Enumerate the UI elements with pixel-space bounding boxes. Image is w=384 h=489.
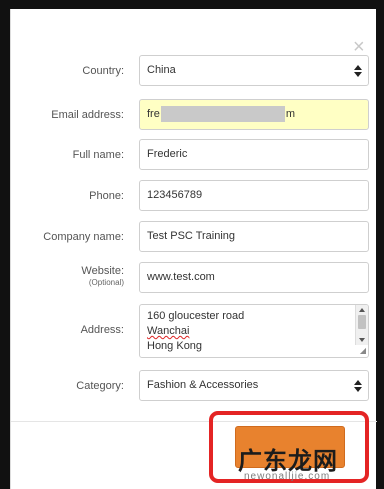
website-field[interactable]: www.test.com — [139, 262, 369, 293]
select-arrows-icon — [354, 65, 362, 77]
phone-field[interactable]: 123456789 — [139, 180, 369, 211]
address-line-3-text: Hong Kong — [147, 340, 203, 352]
company-field[interactable]: Test PSC Training — [139, 221, 369, 252]
address-lines: 160 gloucester road Wanchai Hong Kong — [147, 309, 244, 354]
category-label: Category: — [76, 380, 124, 392]
select-arrows-icon — [354, 380, 362, 392]
email-value-suffix: m — [285, 108, 296, 120]
website-label: Website: (Optional) — [81, 265, 124, 289]
close-icon[interactable]: × — [353, 37, 365, 57]
resize-handle-icon[interactable]: ◢ — [360, 347, 366, 355]
company-value: Test PSC Training — [147, 230, 236, 242]
screen-edge-right — [376, 0, 384, 489]
scroll-up-icon[interactable] — [359, 308, 365, 312]
address-label: Address: — [80, 324, 124, 336]
email-redaction — [160, 106, 285, 123]
country-value: China — [147, 64, 176, 76]
address-textarea[interactable]: 160 gloucester road Wanchai Hong Kong ◢ — [139, 304, 369, 358]
country-select[interactable]: China — [139, 55, 369, 86]
screen-edge-left — [0, 0, 10, 489]
address-line-1-text: 160 gloucester road — [147, 310, 245, 322]
watermark-subtext: newonalljie.com — [244, 471, 331, 482]
email-value-prefix: fre — [147, 108, 160, 120]
category-value: Fashion & Accessories — [147, 379, 259, 391]
full-name-field[interactable]: Frederic — [139, 139, 369, 170]
address-line-2: Wanchai — [147, 324, 244, 339]
full-name-label: Full name: — [72, 149, 124, 161]
email-label: Email address: — [51, 109, 124, 121]
scroll-thumb[interactable] — [358, 315, 366, 329]
email-field[interactable]: fre m — [139, 99, 369, 130]
address-line-1: 160 gloucester road — [147, 309, 244, 324]
address-scrollbar[interactable] — [355, 305, 368, 345]
scroll-down-icon[interactable] — [359, 338, 365, 342]
address-line-2-text: Wanchai — [147, 325, 190, 337]
website-optional-note: (Optional) — [88, 278, 124, 287]
company-label: Company name: — [43, 231, 124, 243]
website-value: www.test.com — [147, 271, 215, 283]
full-name-value: Frederic — [147, 148, 188, 160]
country-label: Country: — [82, 65, 124, 77]
phone-value: 123456789 — [147, 189, 203, 201]
phone-label: Phone: — [89, 190, 124, 202]
screen-edge-top — [0, 0, 384, 9]
category-select[interactable]: Fashion & Accessories — [139, 370, 369, 401]
website-label-text: Website: — [81, 265, 124, 277]
address-line-3: Hong Kong — [147, 339, 244, 354]
